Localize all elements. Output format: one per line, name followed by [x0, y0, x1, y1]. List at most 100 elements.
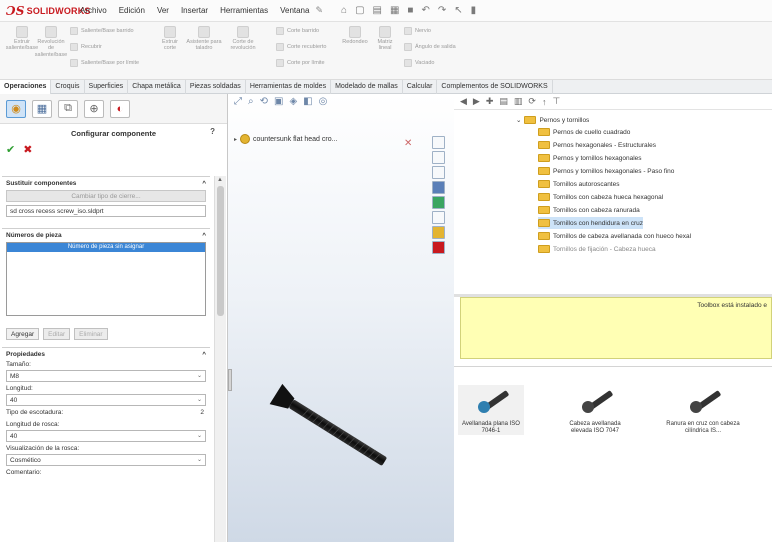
loft-button[interactable]: Recubrir: [70, 43, 102, 51]
menu-ver[interactable]: Ver: [157, 6, 169, 15]
result-item[interactable]: Cabeza avellanada elevada ISO 7047: [562, 385, 628, 435]
pin-icon[interactable]: ⊤: [552, 96, 560, 107]
linear-pattern-button[interactable]: Matriz lineal: [372, 26, 398, 52]
collapse-icon[interactable]: ^: [202, 232, 206, 239]
add-location-icon[interactable]: ✚: [486, 96, 494, 107]
revolved-cut-button[interactable]: Corte de revolución: [226, 26, 260, 52]
swept-boss-button[interactable]: Saliente/Base barrido: [70, 27, 134, 35]
boundary-cut-button[interactable]: Corte por límite: [276, 59, 325, 67]
collapse-icon[interactable]: ^: [202, 351, 206, 358]
tree-node-selected[interactable]: Tornillos con hendidura en cruz: [538, 217, 643, 229]
rebuild-icon[interactable]: ▮: [471, 5, 477, 16]
folder-icon[interactable]: ▤: [499, 96, 508, 107]
hole-wizard-button[interactable]: Asistente para taladro: [186, 26, 222, 52]
solidworks-logo[interactable]: ƆS SOLIDWORKS: [6, 3, 90, 18]
redo-icon[interactable]: ↷: [438, 5, 446, 16]
tab-chapa-metalica[interactable]: Chapa metálica: [128, 79, 186, 94]
new-folder-icon[interactable]: ▥: [514, 96, 523, 107]
tree-node[interactable]: Tornillos de fijación - Cabeza hueca: [538, 243, 656, 255]
folder-icon: [538, 128, 550, 136]
thread-length-select[interactable]: 40 ⌄: [6, 430, 206, 442]
help-icon[interactable]: ?: [210, 127, 215, 136]
list-item[interactable]: Número de pieza sin asignar: [7, 243, 205, 252]
vertical-scrollbar[interactable]: ▲: [214, 176, 226, 542]
forward-icon[interactable]: ▶: [473, 96, 480, 107]
graphics-area[interactable]: ⤢ ⌕ ⟲ ▣ ◈ ◧ ◎ ▸ countersunk flat head cr…: [228, 94, 454, 542]
folder-icon: [524, 116, 537, 124]
collapse-icon[interactable]: ^: [202, 180, 206, 187]
lofted-cut-button[interactable]: Corte recubierto: [276, 43, 326, 51]
screw-model[interactable]: [228, 94, 454, 542]
add-button[interactable]: Agregar: [6, 328, 40, 340]
tab-superficies[interactable]: Superficies: [85, 79, 129, 94]
display-manager-icon[interactable]: ◐: [110, 99, 130, 118]
undo-icon[interactable]: ↶: [421, 5, 429, 16]
tree-node[interactable]: Pernos hexagonales - Estructurales: [538, 139, 656, 151]
configuration-manager-icon[interactable]: ⧉: [58, 99, 78, 118]
pm-title-row: Configurar componente ?: [0, 124, 227, 142]
size-select[interactable]: M8 ⌄: [6, 370, 206, 382]
menu-edicion[interactable]: Edición: [119, 6, 145, 15]
ds-logo-icon: ƆS: [6, 3, 25, 18]
part-number-list[interactable]: Número de pieza sin asignar: [6, 242, 206, 316]
edit-button[interactable]: Editar: [43, 328, 71, 340]
up-arrow-icon[interactable]: ↑: [542, 97, 547, 107]
thread-display-select[interactable]: Cosmético ⌄: [6, 454, 206, 466]
tree-node[interactable]: Tornillos autoroscantes: [538, 178, 619, 190]
change-fastener-button[interactable]: Cambiar tipo de cierre...: [6, 190, 206, 202]
feature-manager-icon[interactable]: ◉: [6, 99, 26, 118]
ok-check-icon[interactable]: ✔: [6, 143, 15, 156]
home-icon[interactable]: ⌂: [341, 5, 347, 16]
scroll-thumb[interactable]: [217, 186, 224, 316]
refresh-icon[interactable]: ⟳: [528, 96, 536, 107]
recess-type-value: 2: [200, 409, 204, 416]
tree-node[interactable]: Pernos y tornillos hexagonales - Paso fi…: [538, 165, 674, 177]
tree-node[interactable]: Pernos y tornillos hexagonales: [538, 152, 642, 164]
length-select[interactable]: 40 ⌄: [6, 394, 206, 406]
linear-pattern-icon: [379, 26, 391, 38]
menu-herramientas[interactable]: Herramientas: [220, 6, 268, 15]
result-item[interactable]: Avellanada plana ISO 7046-1: [458, 385, 524, 436]
result-item[interactable]: Ranura en cruz con cabeza cilíndrica IS.…: [666, 385, 740, 435]
menu-insertar[interactable]: Insertar: [181, 6, 208, 15]
revolved-boss-button[interactable]: Revolución de saliente/base: [34, 26, 68, 58]
menu-archivo[interactable]: Archivo: [80, 6, 107, 15]
tab-operaciones[interactable]: Operaciones: [0, 79, 52, 94]
tab-modelado-mallas[interactable]: Modelado de mallas: [331, 79, 403, 94]
draft-button[interactable]: Ángulo de salida: [404, 43, 456, 51]
delete-button[interactable]: Eliminar: [74, 328, 108, 340]
swept-cut-icon: [276, 27, 284, 35]
save-icon[interactable]: ■: [407, 5, 413, 16]
tree-node[interactable]: Tornillos de cabeza avellanada con hueco…: [538, 230, 691, 242]
shell-button[interactable]: Vaciado: [404, 59, 434, 67]
tab-calcular[interactable]: Calcular: [403, 79, 438, 94]
property-manager-icon[interactable]: ▦: [32, 99, 52, 118]
component-file-field[interactable]: sd cross recess screw_iso.sldprt: [6, 205, 206, 217]
tree-node-root[interactable]: ⌄ Pernos y tornillos: [516, 114, 589, 126]
tree-node[interactable]: Tornillos con cabeza hueca hexagonal: [538, 191, 663, 203]
cancel-x-icon[interactable]: ✖: [23, 143, 32, 156]
pin-icon[interactable]: ✎: [315, 5, 323, 16]
extruded-cut-button[interactable]: Extruir corte: [158, 26, 182, 52]
tree-node[interactable]: Tornillos con cabeza ranurada: [538, 204, 640, 216]
rib-button[interactable]: Nervio: [404, 27, 431, 35]
menu-ventana[interactable]: Ventana: [280, 6, 309, 15]
tree-node[interactable]: Pernos de cuello cuadrado: [538, 126, 630, 138]
new-document-icon[interactable]: ▢: [355, 5, 364, 16]
back-icon[interactable]: ◀: [460, 96, 467, 107]
open-icon[interactable]: ▤: [373, 5, 382, 16]
boundary-boss-button[interactable]: Saliente/Base por límite: [70, 59, 139, 67]
chevron-down-icon: ⌄: [196, 397, 202, 403]
dimxpert-icon[interactable]: ⊕: [84, 99, 104, 118]
print-icon[interactable]: ▦: [390, 5, 399, 16]
comment-label: Comentario:: [6, 469, 42, 476]
tab-complementos[interactable]: Complementos de SOLIDWORKS: [437, 79, 553, 94]
loft-icon: [70, 43, 78, 51]
select-icon[interactable]: ↖: [454, 5, 462, 16]
tab-croquis[interactable]: Croquis: [51, 79, 85, 94]
tab-herramientas-moldes[interactable]: Herramientas de moldes: [246, 79, 332, 94]
swept-cut-button[interactable]: Corte barrido: [276, 27, 319, 35]
fillet-button[interactable]: Redondeo: [340, 26, 370, 45]
tab-piezas-soldadas[interactable]: Piezas soldadas: [186, 79, 246, 94]
scroll-up-icon[interactable]: ▲: [217, 177, 223, 183]
